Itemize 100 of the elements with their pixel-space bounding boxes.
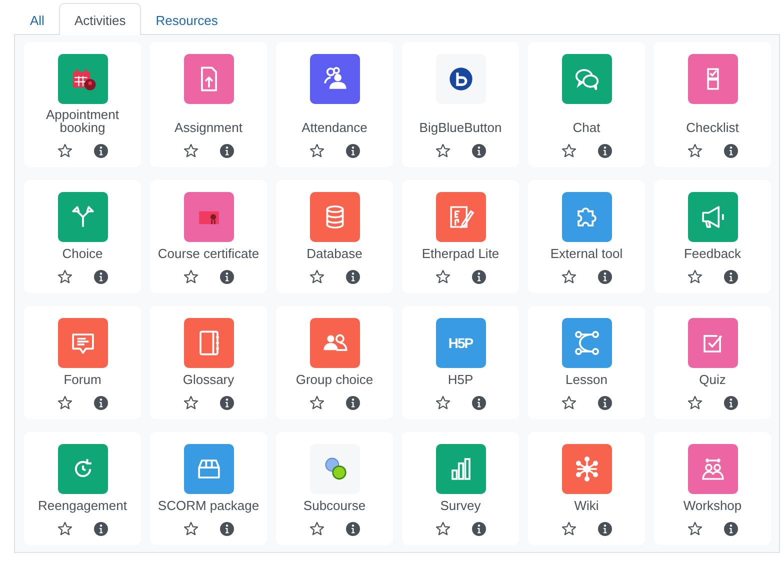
star-icon[interactable] xyxy=(56,521,72,537)
info-icon[interactable] xyxy=(218,395,234,411)
activity-icon-tile[interactable] xyxy=(58,54,108,104)
activity-icon-tile[interactable] xyxy=(436,192,486,242)
info-icon[interactable] xyxy=(92,395,108,411)
info-icon[interactable] xyxy=(596,143,612,159)
star-icon[interactable] xyxy=(56,143,72,159)
star-icon[interactable] xyxy=(56,269,72,285)
activity-card[interactable]: Attendance xyxy=(276,42,393,167)
info-icon[interactable] xyxy=(596,395,612,411)
activity-icon-tile[interactable] xyxy=(310,318,360,368)
star-icon[interactable] xyxy=(560,269,576,285)
activity-icon-tile[interactable] xyxy=(184,54,234,104)
star-icon[interactable] xyxy=(560,521,576,537)
activity-icon-tile[interactable] xyxy=(562,54,612,104)
activity-card[interactable]: Quiz xyxy=(654,306,771,419)
activity-icon-tile[interactable] xyxy=(184,444,234,494)
star-icon[interactable] xyxy=(686,395,702,411)
star-icon[interactable] xyxy=(308,269,324,285)
activity-card[interactable]: Lesson xyxy=(528,306,645,419)
activity-icon-tile[interactable] xyxy=(688,444,738,494)
star-icon[interactable] xyxy=(434,143,450,159)
star-icon[interactable] xyxy=(182,395,198,411)
activity-icon-tile[interactable] xyxy=(184,192,234,242)
info-icon[interactable] xyxy=(722,269,738,285)
activity-card[interactable]: Survey xyxy=(402,432,519,545)
activity-card[interactable]: External tool xyxy=(528,180,645,293)
activity-icon-tile[interactable] xyxy=(310,444,360,494)
activity-icon-tile[interactable] xyxy=(58,318,108,368)
activity-icon-tile[interactable] xyxy=(562,192,612,242)
activity-card[interactable]: Assignment xyxy=(150,42,267,167)
activity-card[interactable]: Course certificate xyxy=(150,180,267,293)
activity-icon-tile[interactable] xyxy=(58,192,108,242)
info-icon[interactable] xyxy=(470,395,486,411)
info-icon[interactable] xyxy=(344,143,360,159)
star-icon[interactable] xyxy=(560,143,576,159)
star-icon[interactable] xyxy=(434,395,450,411)
info-icon[interactable] xyxy=(344,395,360,411)
info-icon[interactable] xyxy=(722,143,738,159)
activity-card[interactable]: H5P H5P xyxy=(402,306,519,419)
info-icon[interactable] xyxy=(92,269,108,285)
star-icon[interactable] xyxy=(182,269,198,285)
info-icon[interactable] xyxy=(722,395,738,411)
activity-card[interactable]: Group choice xyxy=(276,306,393,419)
info-icon[interactable] xyxy=(470,521,486,537)
info-icon[interactable] xyxy=(344,521,360,537)
star-icon[interactable] xyxy=(560,395,576,411)
activity-card[interactable]: Checklist xyxy=(654,42,771,167)
activity-icon-tile[interactable] xyxy=(310,192,360,242)
activity-card[interactable]: Glossary xyxy=(150,306,267,419)
star-icon[interactable] xyxy=(182,143,198,159)
activity-card[interactable]: Database xyxy=(276,180,393,293)
info-icon[interactable] xyxy=(218,521,234,537)
activity-icon-tile[interactable] xyxy=(562,444,612,494)
activity-card[interactable]: Reengagement xyxy=(24,432,141,545)
activity-card[interactable]: Wiki xyxy=(528,432,645,545)
activity-card[interactable]: Chat xyxy=(528,42,645,167)
star-icon[interactable] xyxy=(686,269,702,285)
info-icon[interactable] xyxy=(344,269,360,285)
activity-card[interactable]: Appointment booking xyxy=(24,42,141,167)
activity-card[interactable]: Subcourse xyxy=(276,432,393,545)
activity-card[interactable]: Choice xyxy=(24,180,141,293)
info-icon[interactable] xyxy=(92,143,108,159)
star-icon[interactable] xyxy=(182,521,198,537)
info-icon[interactable] xyxy=(218,269,234,285)
star-icon[interactable] xyxy=(686,521,702,537)
info-icon[interactable] xyxy=(470,269,486,285)
activity-card[interactable]: Forum xyxy=(24,306,141,419)
info-icon[interactable] xyxy=(596,521,612,537)
activity-icon-tile[interactable] xyxy=(436,444,486,494)
activity-icon-tile[interactable] xyxy=(688,54,738,104)
activity-icon-tile[interactable] xyxy=(184,318,234,368)
activity-icon-tile[interactable] xyxy=(562,318,612,368)
info-icon[interactable] xyxy=(92,521,108,537)
activity-card[interactable]: Etherpad Lite xyxy=(402,180,519,293)
activity-name: Lesson xyxy=(566,373,608,386)
tab[interactable]: Resources xyxy=(140,3,233,35)
info-icon[interactable] xyxy=(596,269,612,285)
activity-card[interactable]: Workshop xyxy=(654,432,771,545)
star-icon[interactable] xyxy=(308,521,324,537)
activity-icon-tile[interactable] xyxy=(688,318,738,368)
activity-card[interactable]: Feedback xyxy=(654,180,771,293)
star-icon[interactable] xyxy=(434,521,450,537)
activity-icon-tile[interactable] xyxy=(58,444,108,494)
info-icon[interactable] xyxy=(722,521,738,537)
activity-name: Etherpad Lite xyxy=(422,247,500,260)
tab[interactable]: Activities xyxy=(59,3,141,35)
activity-card[interactable]: SCORM package xyxy=(150,432,267,545)
activity-icon-tile[interactable] xyxy=(310,54,360,104)
star-icon[interactable] xyxy=(434,269,450,285)
tab[interactable]: All xyxy=(15,3,60,35)
star-icon[interactable] xyxy=(56,395,72,411)
star-icon[interactable] xyxy=(308,143,324,159)
star-icon[interactable] xyxy=(686,143,702,159)
activity-icon-tile[interactable] xyxy=(688,192,738,242)
info-icon[interactable] xyxy=(470,143,486,159)
activity-icon-tile[interactable] xyxy=(436,54,486,104)
star-icon[interactable] xyxy=(308,395,324,411)
activity-card[interactable]: BigBlueButton xyxy=(402,42,519,167)
info-icon[interactable] xyxy=(218,143,234,159)
